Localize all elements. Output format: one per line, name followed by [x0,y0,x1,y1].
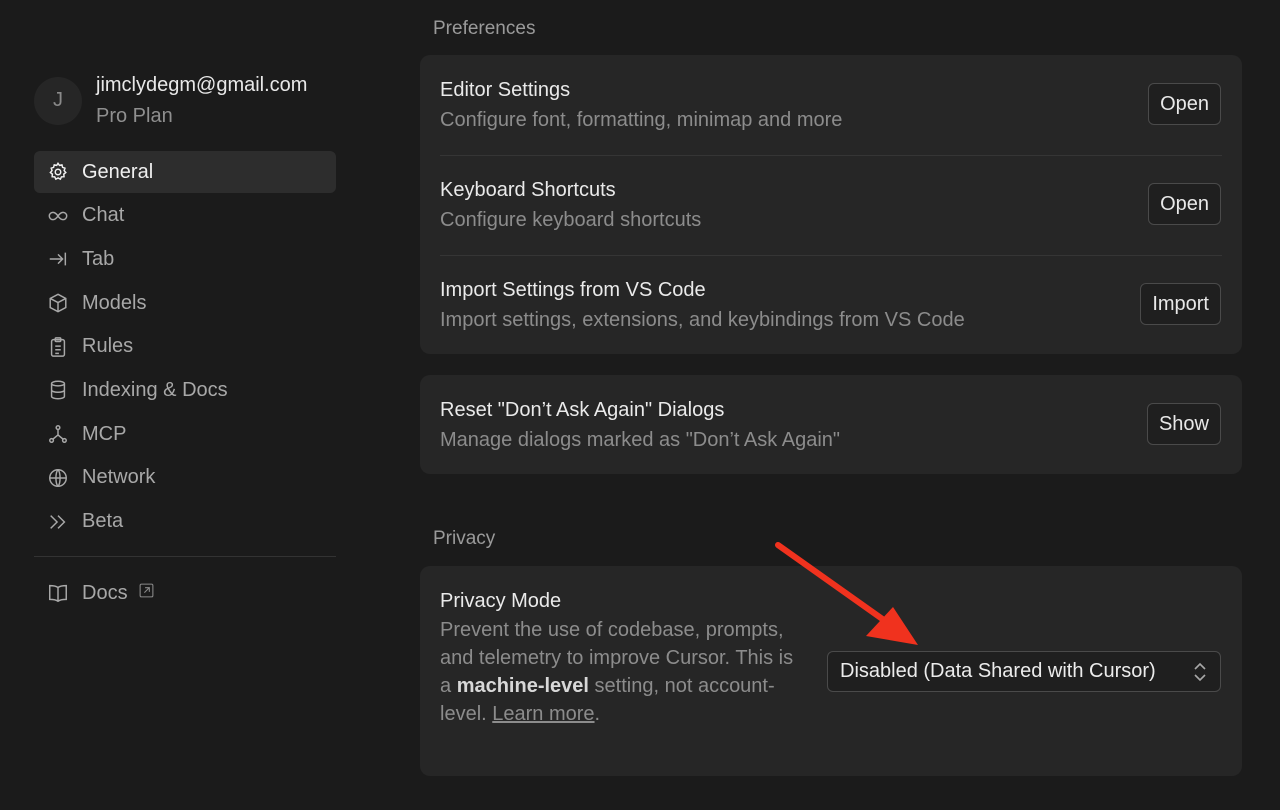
gear-icon [46,160,70,184]
sidebar-item-tab[interactable]: Tab [34,238,336,280]
sidebar-item-beta[interactable]: Beta [34,501,336,543]
sidebar-item-label: Rules [82,335,134,358]
privacy-mode-row: Privacy Mode Prevent the use of codebase… [420,566,1242,776]
globe-icon [46,466,70,490]
preferences-card: Editor Settings Configure font, formatti… [420,55,1242,354]
privacy-mode-select[interactable]: Disabled (Data Shared with Cursor) [827,651,1221,692]
sidebar-item-rules[interactable]: Rules [34,326,336,368]
sidebar-item-label: Tab [82,247,115,270]
sidebar-item-label: Chat [82,204,125,227]
keyboard-shortcuts-open-button[interactable]: Open [1148,183,1221,225]
row-description: Import settings, extensions, and keybind… [440,309,965,331]
row-title: Editor Settings [440,79,571,101]
book-icon [46,581,70,605]
sidebar-item-label: Models [82,291,147,314]
sidebar-item-indexing-docs[interactable]: Indexing & Docs [34,369,336,411]
sidebar-item-models[interactable]: Models [34,282,336,324]
sidebar-item-label: General [82,160,154,183]
sidebar-item-label: Network [82,466,156,489]
sidebar-item-label: Indexing & Docs [82,378,228,401]
show-dialogs-button[interactable]: Show [1146,403,1221,445]
sidebar-divider [34,556,336,557]
infinity-icon [46,204,70,228]
account-email: jimclydegm@gmail.com [96,74,308,96]
reset-dialogs-card: Reset "Don’t Ask Again" Dialogs Manage d… [420,375,1242,474]
external-link-icon [128,582,155,605]
sidebar-nav: General Chat Tab Models Rules Indexing &… [34,151,336,544]
sidebar-item-label: MCP [82,422,127,445]
editor-settings-open-button[interactable]: Open [1148,83,1221,125]
import-settings-button[interactable]: Import [1140,283,1221,325]
database-icon [46,378,70,402]
row-description: Manage dialogs marked as "Don’t Ask Agai… [440,429,840,451]
sidebar-item-general[interactable]: General [34,151,336,193]
privacy-mode-select-value: Disabled (Data Shared with Cursor) [840,660,1156,682]
reset-dialogs-row: Reset "Don’t Ask Again" Dialogs Manage d… [420,375,1242,475]
sidebar-item-label: Docs [82,581,128,604]
learn-more-link[interactable]: Learn more [492,703,594,725]
clipboard-icon [46,335,70,359]
editor-settings-row: Editor Settings Configure font, formatti… [420,55,1242,155]
arrow-to-line-icon [46,247,70,271]
nodes-icon [46,422,70,446]
sidebar-item-chat[interactable]: Chat [34,195,336,237]
account-info: J jimclydegm@gmail.com Pro Plan [34,72,307,129]
privacy-mode-title: Privacy Mode [440,590,562,612]
privacy-card: Privacy Mode Prevent the use of codebase… [420,566,1242,776]
sidebar-item-mcp[interactable]: MCP [34,413,336,455]
sidebar: J jimclydegm@gmail.com Pro Plan General … [0,0,370,810]
sidebar-item-docs[interactable]: Docs [34,572,336,614]
keyboard-shortcuts-row: Keyboard Shortcuts Configure keyboard sh… [420,155,1242,255]
machine-level-text: machine-level [456,675,589,697]
chevron-up-down-icon [1192,661,1208,689]
row-description: Configure keyboard shortcuts [440,209,702,231]
cube-icon [46,291,70,315]
row-title: Reset "Don’t Ask Again" Dialogs [440,399,725,421]
sidebar-item-network[interactable]: Network [34,457,336,499]
sidebar-item-label: Beta [82,510,124,532]
import-vscode-row: Import Settings from VS Code Import sett… [420,255,1242,355]
row-title: Keyboard Shortcuts [440,179,616,201]
preferences-section-title: Preferences [433,18,536,39]
account-plan: Pro Plan [96,105,173,127]
privacy-section-title: Privacy [433,528,496,549]
avatar[interactable]: J [34,76,82,125]
double-chevron-icon [46,510,70,534]
privacy-mode-description: Prevent the use of codebase, prompts, an… [440,619,794,725]
row-description: Configure font, formatting, minimap and … [440,109,843,131]
row-title: Import Settings from VS Code [440,279,706,301]
